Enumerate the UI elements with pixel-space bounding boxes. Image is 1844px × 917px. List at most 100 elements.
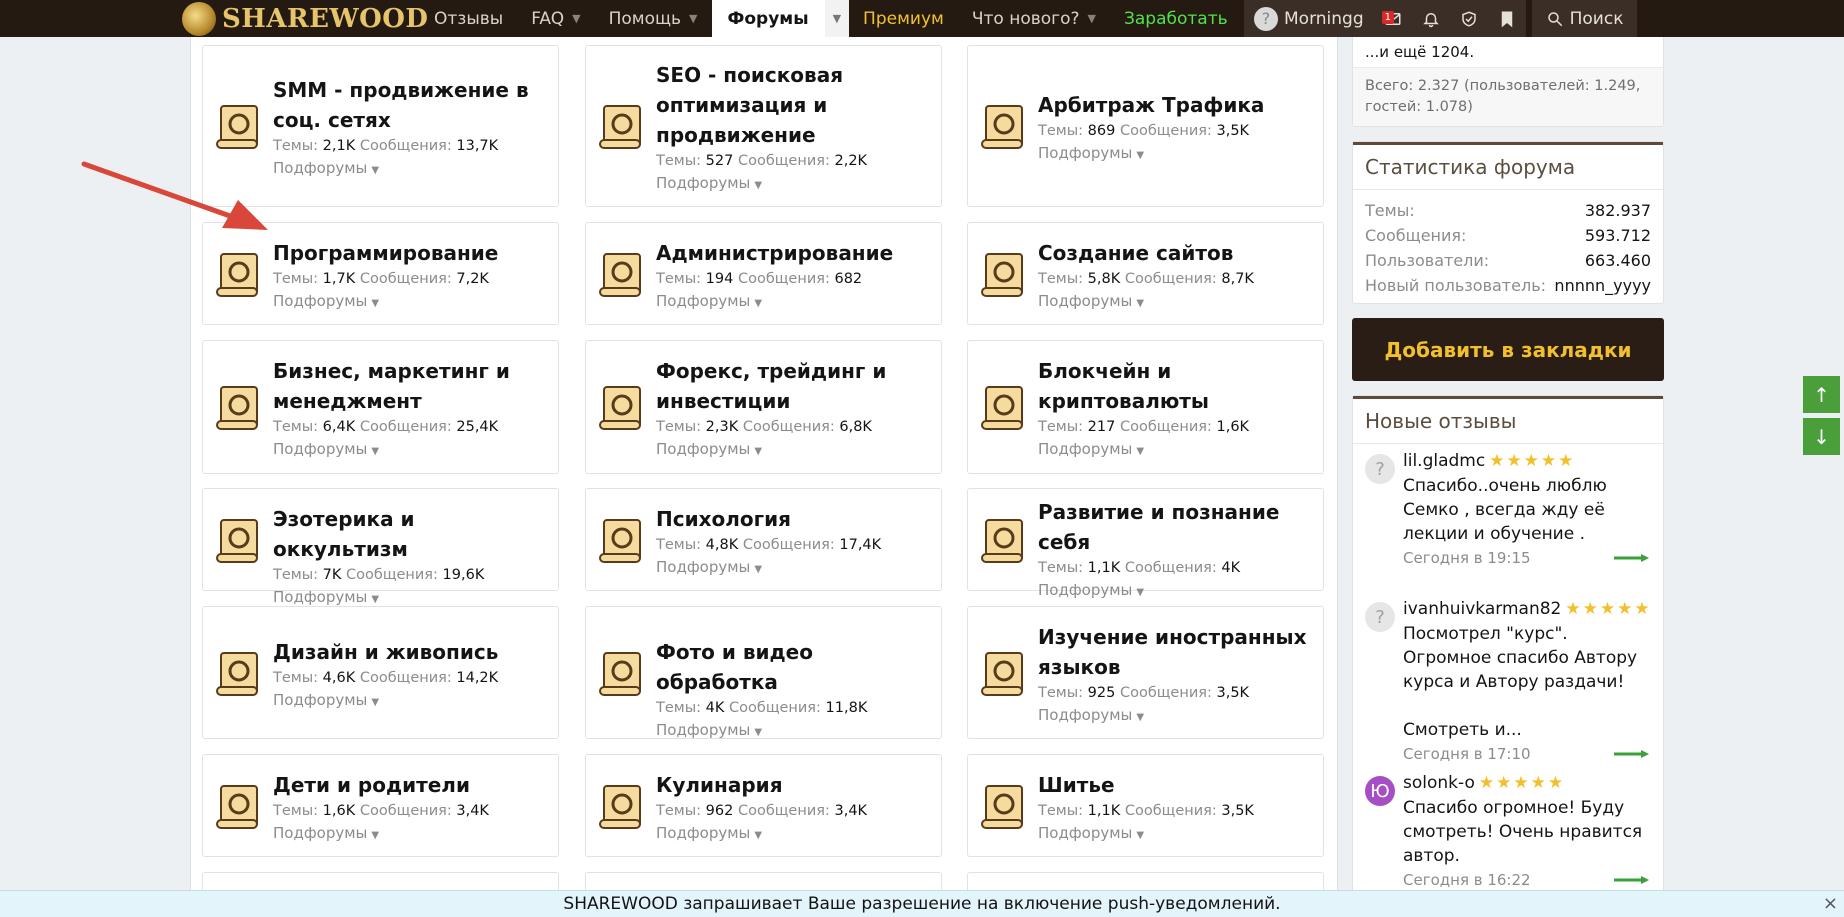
forum-card[interactable]: Шитье Темы: 1,1K Сообщения: 3,5K Подфорумы… — [967, 754, 1324, 857]
subforums-toggle[interactable]: Подфорумы ▼ — [273, 290, 550, 315]
forum-title[interactable]: Программирование — [273, 238, 550, 268]
site-logo[interactable]: SHAREWOOD — [182, 0, 428, 37]
username: Morningg — [1284, 8, 1364, 29]
subforums-toggle[interactable]: Подфорумы ▼ — [656, 290, 933, 315]
magnifier-icon — [599, 105, 641, 149]
subforums-toggle[interactable]: Подфорумы ▼ — [273, 689, 550, 714]
forum-card[interactable]: Администрирование Темы: 194 Сообщения: 68… — [585, 222, 942, 325]
avatar[interactable]: ? — [1365, 454, 1395, 484]
account-menu[interactable]: ? Morningg — [1244, 6, 1374, 31]
forum-title[interactable]: Эзотерика и оккультизм — [273, 504, 550, 564]
forum-card[interactable]: Бизнес, маркетинг и менеджмент Темы: 6,4K… — [202, 340, 559, 474]
subforums-toggle[interactable]: Подфорумы ▼ — [656, 172, 933, 197]
subforums-toggle[interactable]: Подфорумы ▼ — [1038, 704, 1315, 729]
forum-title[interactable]: Фото и видео обработка — [656, 637, 933, 697]
forum-card[interactable]: Блокчейн и криптовалюты Темы: 217 Сообщен… — [967, 340, 1324, 474]
forum-card[interactable]: Развитие и познание себя Темы: 1,1K Сообщ… — [967, 488, 1324, 599]
forum-stats: Темы: 2,1K Сообщения: 13,7K — [273, 138, 499, 154]
push-permission-notice: SHAREWOOD запрашивает Ваше разрешение на… — [0, 890, 1844, 917]
review-author[interactable]: solonk-o — [1403, 773, 1475, 793]
review-author[interactable]: ivanhuivkarman82 — [1403, 599, 1561, 619]
target-icon — [981, 105, 1023, 149]
subforums-toggle[interactable]: Подфорумы ▼ — [273, 438, 550, 463]
push-notice-text: SHAREWOOD запрашивает Ваше разрешение на… — [563, 894, 1281, 914]
forum-title[interactable]: Арбитраж Трафика — [1038, 90, 1315, 120]
subforums-toggle[interactable]: Подфорумы ▼ — [273, 157, 550, 182]
forum-card[interactable]: Дизайн и живопись Темы: 4,6K Сообщения: 1… — [202, 606, 559, 739]
subforums-toggle[interactable]: Подфорумы ▼ — [1038, 822, 1315, 847]
shield-button[interactable] — [1450, 10, 1488, 28]
forum-title[interactable]: Психология — [656, 504, 933, 534]
chevron-down-icon: ▼ — [371, 297, 380, 309]
subforums-toggle[interactable]: Подфорумы ▼ — [656, 719, 933, 744]
rating-stars-icon: ★★★★★ — [1478, 773, 1566, 793]
subforums-toggle[interactable]: Подфорумы ▼ — [1038, 290, 1315, 315]
forum-title[interactable]: Дети и родители — [273, 770, 550, 800]
forum-card[interactable]: Кулинария Темы: 962 Сообщения: 3,4K Подфор… — [585, 754, 942, 857]
subforums-toggle[interactable]: Подфорумы ▼ — [1038, 579, 1315, 604]
avatar[interactable]: ? — [1365, 602, 1395, 632]
chevron-down-icon[interactable]: ▼ — [689, 12, 697, 25]
chevron-down-icon[interactable]: ▼ — [572, 12, 580, 25]
nav-forums[interactable]: Форумы — [711, 0, 825, 37]
forum-card[interactable]: Форекс, трейдинг и инвестиции Темы: 2,3K … — [585, 340, 942, 474]
forum-title[interactable]: Развитие и познание себя — [1038, 497, 1315, 557]
bookmarks-button[interactable] — [1488, 10, 1526, 28]
review-item: Ю solonk-o ★★★★★ Спасибо огромное! Буду с… — [1353, 766, 1663, 896]
forum-card[interactable]: Психология Темы: 4,8K Сообщения: 17,4K Под… — [585, 488, 942, 591]
scroll-top-button[interactable]: ↑ — [1803, 376, 1840, 413]
forum-title[interactable]: Администрирование — [656, 238, 933, 268]
stat-row-posts: Сообщения: 593.712 — [1365, 226, 1651, 245]
forum-card[interactable]: Арбитраж Трафика Темы: 869 Сообщения: 3,5… — [967, 45, 1324, 207]
nav-earn[interactable]: Заработать — [1110, 0, 1242, 37]
subforums-toggle[interactable]: Подфорумы ▼ — [656, 556, 933, 581]
forum-title[interactable]: Блокчейн и криптовалюты — [1038, 356, 1315, 416]
chevron-down-icon[interactable]: ▼ — [1088, 12, 1096, 25]
forum-title[interactable]: SMM - продвижение в соц. сетях — [273, 75, 550, 135]
forum-card[interactable]: Фото и видео обработка Темы: 4K Сообщения… — [585, 606, 942, 739]
forum-title[interactable]: Форекс, трейдинг и инвестиции — [656, 356, 933, 416]
forum-title[interactable]: Дизайн и живопись — [273, 637, 550, 667]
read-more-link[interactable]: Смотреть и... — [1403, 718, 1651, 742]
arrow-right-icon[interactable] — [1613, 875, 1651, 885]
nav-reviews[interactable]: Отзывы — [420, 0, 517, 37]
arrow-right-icon[interactable] — [1613, 553, 1651, 563]
forum-card[interactable]: Дети и родители Темы: 1,6K Сообщения: 3,4… — [202, 754, 559, 857]
inbox-button[interactable]: 1 — [1374, 10, 1412, 28]
nav-faq[interactable]: FAQ ▼ — [517, 0, 594, 37]
avatar[interactable]: Ю — [1365, 776, 1395, 806]
forum-title[interactable]: Бизнес, маркетинг и менеджмент — [273, 356, 550, 416]
forum-title[interactable]: SEO - поисковая оптимизация и продвижени… — [656, 60, 933, 150]
close-icon[interactable]: × — [1823, 893, 1838, 914]
subforums-toggle[interactable]: Подфорумы ▼ — [656, 822, 933, 847]
chevron-down-icon: ▼ — [371, 446, 380, 457]
forum-title[interactable]: Создание сайтов — [1038, 238, 1315, 268]
arrow-right-icon[interactable] — [1613, 749, 1651, 759]
subforums-toggle[interactable]: Подфорумы ▼ — [656, 438, 933, 463]
forum-stats: Темы: 194 Сообщения: 682 — [656, 270, 863, 287]
forum-title[interactable]: Изучение иностранных языков — [1038, 622, 1315, 682]
chart-icon — [599, 386, 641, 430]
forum-card[interactable]: Изучение иностранных языков Темы: 925 Соо… — [967, 606, 1324, 739]
forum-title[interactable]: Шитье — [1038, 770, 1315, 800]
nav-premium[interactable]: Премиум — [849, 0, 958, 37]
search-button[interactable]: Поиск — [1531, 0, 1638, 37]
review-author[interactable]: lil.gladmc — [1403, 451, 1485, 471]
nav-forums-dropdown[interactable]: ▼ — [824, 0, 850, 37]
forum-card[interactable]: Создание сайтов Темы: 5,8K Сообщения: 8,7… — [967, 222, 1324, 325]
review-date: Сегодня в 19:15 — [1403, 549, 1531, 567]
subforums-toggle[interactable]: Подфорумы ▼ — [1038, 438, 1315, 463]
nav-help[interactable]: Помощь ▼ — [595, 0, 712, 37]
forum-card[interactable]: Эзотерика и оккультизм Темы: 7K Сообщения… — [202, 488, 559, 606]
new-user-link[interactable]: nnnnn_yyyy — [1554, 273, 1651, 298]
scroll-bottom-button[interactable]: ↓ — [1803, 418, 1840, 455]
nav-whats-new[interactable]: Что нового? ▼ — [958, 0, 1110, 37]
add-bookmark-button[interactable]: Добавить в закладки — [1352, 318, 1664, 381]
sewing-machine-icon — [981, 784, 1023, 829]
forum-title[interactable]: Кулинария — [656, 770, 933, 800]
forum-card[interactable]: SEO - поисковая оптимизация и продвижени… — [585, 45, 942, 207]
forum-stats: Темы: 217 Сообщения: 1,6K — [1038, 419, 1250, 435]
subforums-toggle[interactable]: Подфорумы ▼ — [273, 822, 550, 847]
alerts-button[interactable] — [1412, 10, 1450, 28]
subforums-toggle[interactable]: Подфорумы ▼ — [1038, 142, 1315, 167]
